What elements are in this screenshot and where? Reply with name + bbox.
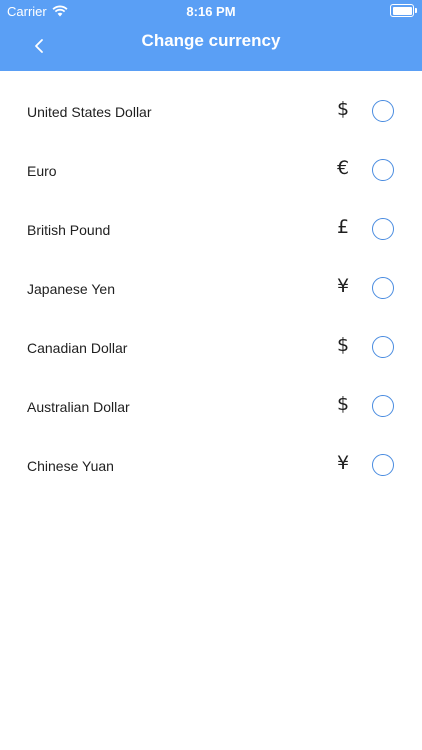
currency-symbol: $ [336, 334, 350, 356]
currency-row[interactable]: Euro € [0, 143, 422, 202]
currency-row[interactable]: British Pound £ [0, 202, 422, 261]
currency-name: Euro [27, 163, 57, 179]
currency-symbol: € [336, 157, 350, 179]
currency-radio[interactable] [372, 454, 394, 476]
currency-name: Japanese Yen [27, 281, 115, 297]
battery-icon [390, 4, 417, 17]
status-bar: Carrier 8:16 PM [0, 0, 422, 22]
currency-name: Australian Dollar [27, 399, 130, 415]
currency-row[interactable]: United States Dollar $ [0, 84, 422, 143]
navigation-bar: Change currency [0, 22, 422, 62]
currency-name: United States Dollar [27, 104, 152, 120]
status-time: 8:16 PM [186, 4, 236, 19]
currency-radio[interactable] [372, 100, 394, 122]
currency-name: British Pound [27, 222, 111, 238]
currency-name: Chinese Yuan [27, 458, 114, 474]
currency-radio[interactable] [372, 336, 394, 358]
currency-radio[interactable] [372, 159, 394, 181]
currency-name: Canadian Dollar [27, 340, 128, 356]
currency-row[interactable]: Chinese Yuan ¥ [0, 438, 422, 497]
currency-radio[interactable] [372, 277, 394, 299]
currency-symbol: ¥ [336, 275, 350, 297]
currency-row[interactable]: Japanese Yen ¥ [0, 261, 422, 320]
page-title: Change currency [141, 31, 281, 50]
currency-symbol: £ [336, 216, 350, 238]
currency-row[interactable]: Australian Dollar $ [0, 379, 422, 438]
currency-row[interactable]: Canadian Dollar $ [0, 320, 422, 379]
currency-radio[interactable] [372, 218, 394, 240]
currency-symbol: $ [336, 98, 350, 120]
currency-list: United States Dollar $ Euro € British Po… [0, 84, 422, 497]
currency-symbol: $ [336, 393, 350, 415]
header: Carrier 8:16 PM Change currency [0, 0, 422, 71]
currency-symbol: ¥ [336, 452, 350, 474]
currency-radio[interactable] [372, 395, 394, 417]
